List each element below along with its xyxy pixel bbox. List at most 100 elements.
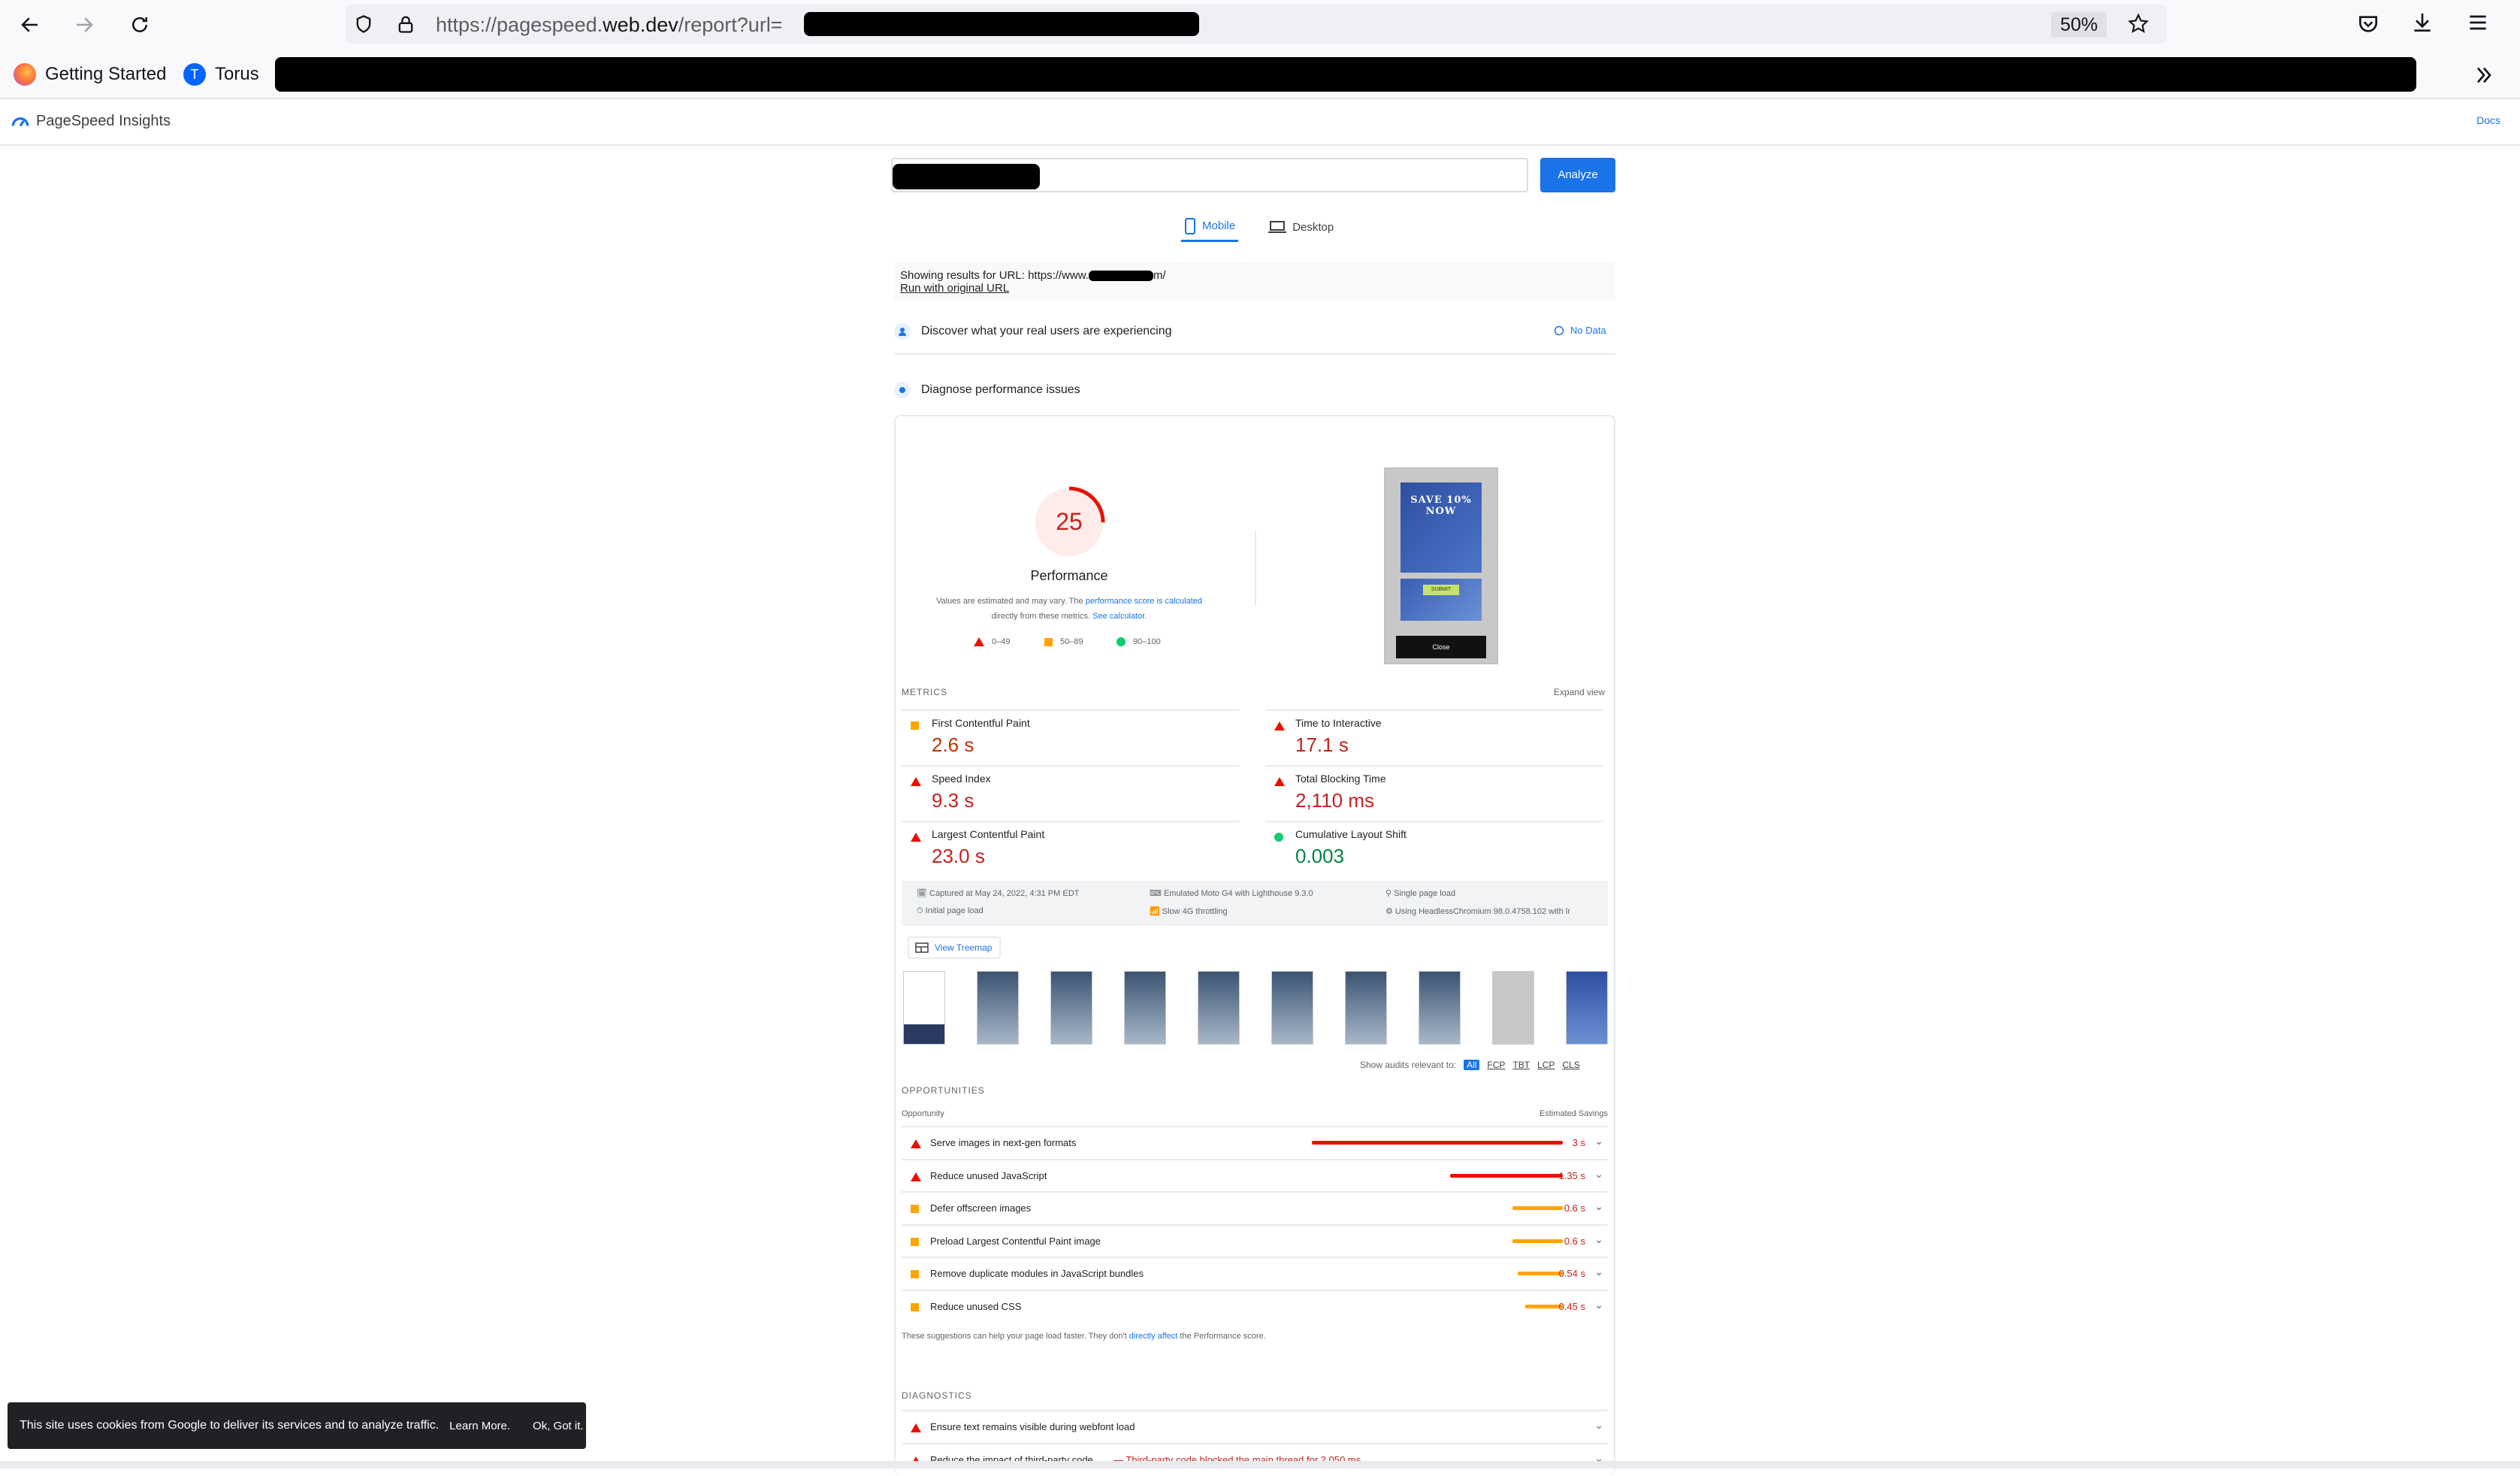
note-text: the Performance score.: [1177, 1332, 1266, 1341]
info-text: Emulated Moto G4 with Lighthouse 9.3.0: [1163, 889, 1313, 898]
forward-arrow-icon: [77, 17, 93, 32]
lock-icon[interactable]: [395, 14, 416, 35]
learn-more-link[interactable]: Learn More.: [449, 1420, 510, 1432]
filmstrip-frame: [1198, 971, 1240, 1045]
chevron-down-icon[interactable]: ⌄: [1594, 1135, 1603, 1148]
opportunity-row[interactable]: Reduce unused CSS 0.45 s ⌄: [902, 1289, 1608, 1323]
url-domain: web.dev: [603, 14, 678, 36]
opportunity-name: Preload Largest Contentful Paint image: [930, 1235, 1101, 1247]
ad-submit-button: SUBMIT: [1423, 585, 1459, 595]
filter-tbt[interactable]: TBT: [1512, 1060, 1530, 1070]
average-square-icon: [911, 1205, 919, 1213]
directly-affect-link[interactable]: directly affect: [1129, 1332, 1178, 1341]
diagnostic-row[interactable]: Reduce the impact of third-party code — T…: [902, 1443, 1608, 1476]
pass-circle-icon: [1274, 833, 1283, 842]
chevron-down-icon[interactable]: ⌄: [1594, 1299, 1603, 1311]
opportunity-row[interactable]: Serve images in next-gen formats 3 s ⌄: [902, 1126, 1608, 1159]
fail-triangle-icon-shape: [911, 1423, 921, 1432]
analyze-button[interactable]: Analyze: [1540, 158, 1615, 192]
psi-logo[interactable]: PageSpeed Insights: [11, 111, 171, 131]
back-arrow-icon: [21, 17, 38, 32]
docs-link[interactable]: Docs: [2476, 114, 2500, 126]
savings-bar: [1449, 1173, 1563, 1178]
opportunity-row[interactable]: Reduce unused JavaScript 1.35 s ⌄: [902, 1158, 1608, 1192]
view-treemap-button[interactable]: View Treemap: [908, 936, 1001, 959]
diagnostic-name: Ensure text remains visible during webfo…: [930, 1421, 1135, 1432]
diagnose-section[interactable]: Diagnose performance issues: [894, 382, 1080, 398]
pass-circle-icon-shape: [1274, 833, 1283, 842]
legend-label: 90–100: [1133, 637, 1161, 646]
savings-value: 0.45 s: [1558, 1300, 1585, 1312]
menu-icon[interactable]: [2466, 11, 2490, 35]
reload-button[interactable]: [125, 10, 155, 40]
chevron-right-double-icon[interactable]: [2472, 63, 2496, 87]
discover-section[interactable]: Discover what your real users are experi…: [894, 323, 1171, 340]
filter-fcp[interactable]: FCP: [1487, 1060, 1505, 1070]
opportunity-name: Defer offscreen images: [930, 1202, 1032, 1214]
shield-icon[interactable]: [353, 14, 374, 35]
opportunity-row[interactable]: Defer offscreen images 0.6 s ⌄: [902, 1191, 1608, 1224]
average-square-icon: [911, 721, 919, 730]
forward-button[interactable]: [69, 10, 99, 40]
no-data-link[interactable]: No Data: [1554, 325, 1606, 336]
filter-cls[interactable]: CLS: [1562, 1060, 1579, 1070]
ok-got-it-button[interactable]: Ok, Got it.: [533, 1420, 584, 1432]
metric-value: 0.003: [1295, 845, 1345, 867]
average-square-icon-shape: [911, 1237, 919, 1246]
lab-icon: [894, 382, 911, 398]
chevron-down-icon[interactable]: ⌄: [1594, 1419, 1603, 1432]
diagnose-title: Diagnose performance issues: [921, 383, 1080, 396]
performance-note: Values are estimated and may vary. The p…: [917, 594, 1222, 624]
browser-toolbar: https://pagespeed.web.dev/report?url= 50…: [0, 0, 2520, 50]
no-data-label: No Data: [1570, 325, 1606, 336]
bookmark-torus[interactable]: T Torus: [183, 63, 259, 86]
filter-lcp[interactable]: LCP: [1537, 1060, 1555, 1070]
url-prefix: https://pagespeed.: [436, 14, 603, 36]
score-calculated-link[interactable]: performance score is calculated: [1086, 597, 1202, 606]
see-calculator-link[interactable]: See calculator.: [1092, 612, 1147, 621]
opportunities-title: OPPORTUNITIES: [902, 1085, 985, 1096]
chevron-down-icon[interactable]: ⌄: [1594, 1168, 1603, 1181]
discover-title: Discover what your real users are experi…: [921, 325, 1172, 337]
opportunity-row[interactable]: Preload Largest Contentful Paint image 0.…: [902, 1223, 1608, 1257]
savings-bar: [1524, 1304, 1563, 1308]
showing-end: m/: [1153, 269, 1166, 282]
audit-filter: Show audits relevant to: All FCP TBT LCP…: [1360, 1060, 1580, 1070]
fail-triangle-icon: [1274, 777, 1285, 786]
chevron-down-icon[interactable]: ⌄: [1594, 1266, 1603, 1278]
filmstrip-frame: [1345, 971, 1387, 1045]
metric-name: Time to Interactive: [1295, 717, 1382, 729]
opportunity-name: Serve images in next-gen formats: [930, 1137, 1077, 1148]
chevron-down-icon[interactable]: ⌄: [1594, 1233, 1603, 1246]
metric-value: 23.0 s: [932, 845, 985, 867]
expand-view-link[interactable]: Expand view: [1554, 687, 1605, 697]
tab-mobile[interactable]: Mobile: [1181, 212, 1239, 242]
zoom-level[interactable]: 50%: [2051, 12, 2107, 38]
url-text: https://pagespeed.web.dev/report?url=: [436, 14, 783, 37]
single-load-info: ⚲ Single page load: [1385, 889, 1456, 898]
back-button[interactable]: [15, 10, 45, 40]
download-icon[interactable]: [2410, 11, 2434, 35]
treemap-label: View Treemap: [935, 942, 993, 953]
tab-desktop[interactable]: Desktop: [1265, 212, 1337, 242]
run-original-link[interactable]: Run with original URL: [900, 282, 1609, 295]
pocket-icon[interactable]: [2356, 12, 2380, 36]
chevron-down-icon[interactable]: ⌄: [1594, 1200, 1603, 1213]
url-input[interactable]: [891, 158, 1528, 192]
star-icon[interactable]: [2126, 12, 2150, 36]
chromium-info: ⚙ Using HeadlessChromium 98.0.4758.102 w…: [1385, 907, 1570, 916]
diagnostic-row[interactable]: Ensure text remains visible during webfo…: [902, 1410, 1608, 1443]
bookmark-getting-started[interactable]: Getting Started: [14, 63, 166, 86]
initial-load-info: ⏱ Initial page load: [917, 906, 984, 915]
savings-bar: [1517, 1272, 1563, 1275]
metric-item: Speed Index 9.3 s: [902, 765, 1240, 818]
address-bar[interactable]: https://pagespeed.web.dev/report?url= 50…: [346, 5, 2167, 44]
captured-info: 🗓 Captured at May 24, 2022, 4:31 PM EDT: [917, 889, 1080, 898]
opportunity-name: Reduce unused JavaScript: [930, 1169, 1047, 1181]
opportunity-row[interactable]: Remove duplicate modules in JavaScript b…: [902, 1257, 1608, 1290]
metric-item: Time to Interactive 17.1 s: [1265, 709, 1603, 762]
legend-average: 50–89: [1044, 637, 1083, 646]
filter-all[interactable]: All: [1464, 1060, 1480, 1070]
metric-item: Largest Contentful Paint 23.0 s: [902, 821, 1240, 873]
savings-bar: [1512, 1239, 1563, 1243]
